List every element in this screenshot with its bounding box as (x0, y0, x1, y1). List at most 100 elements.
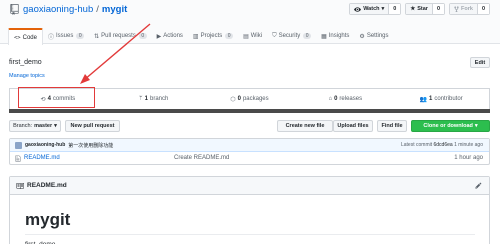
book-icon: ▤ (243, 33, 249, 40)
packages-link[interactable]: ⬡ 0 packages (202, 89, 298, 109)
branches-link[interactable]: ᛘ 1 branch (106, 89, 202, 109)
branch-select-label: Branch: (13, 123, 33, 129)
latest-commit-label: Latest commit (400, 142, 433, 148)
pencil-icon[interactable] (475, 182, 482, 189)
tab-insights-label: Insights (328, 33, 350, 39)
watch-count[interactable]: 0 (389, 4, 401, 14)
commits-link[interactable]: ⟲ 4 commits (10, 89, 106, 109)
branches-label: branch (149, 96, 169, 102)
star-count[interactable]: 0 (432, 4, 445, 14)
tag-icon: ⌂ (328, 96, 333, 102)
project-icon: ▥ (192, 33, 199, 40)
tab-projects-label: Projects (200, 33, 223, 39)
readme-divider (25, 234, 475, 235)
table-row[interactable]: README.md Create README.md 1 hour ago (10, 152, 489, 164)
tab-pull-requests-label: Pull requests (101, 33, 136, 39)
repo-name-link[interactable]: mygit (102, 4, 127, 15)
repo-owner-link[interactable]: gaoxiaoning-hub (23, 4, 93, 15)
file-navigation: Branch: master ▾ New pull request Create… (9, 120, 490, 132)
people-icon: 👥 (419, 96, 427, 103)
tab-security-badge: 0 (303, 33, 312, 39)
tab-issues-label: Issues (55, 33, 74, 39)
chevron-down-icon: ▾ (54, 123, 57, 129)
repo-actions: Watch ▾ 0 ★ Star 0 Fork 0 (349, 3, 490, 15)
releases-link[interactable]: ⌂ 0 releases (297, 89, 393, 109)
create-new-file-button[interactable]: Create new file (277, 120, 333, 132)
star-icon: ★ (410, 6, 416, 12)
tab-projects[interactable]: ▥ Projects 0 (188, 28, 238, 44)
tab-actions-label: Actions (163, 33, 183, 39)
tab-issues[interactable]: ⓘ Issues 0 (43, 28, 89, 44)
readme-heading: mygit (25, 210, 71, 229)
book-icon (16, 183, 24, 189)
fork-label: Fork (461, 6, 473, 12)
readme-box: README.md mygit first_demo (9, 176, 490, 244)
packages-count: 0 (237, 96, 241, 102)
readme-header: README.md (10, 177, 489, 195)
shield-icon: ⛉ (272, 32, 277, 39)
repo-description: first_demo (9, 59, 42, 66)
tab-projects-badge: 0 (225, 33, 234, 39)
clone-label: Clone or download (423, 123, 473, 129)
repo-separator: / (96, 4, 99, 15)
tab-settings[interactable]: ⚙ Settings (354, 28, 393, 44)
clone-or-download-button[interactable]: Clone or download ▾ (411, 120, 490, 132)
play-icon: ▶ (156, 33, 162, 40)
numbers-summary: ⟲ 4 commits ᛘ 1 branch ⬡ 0 packages ⌂ 0 … (9, 88, 490, 109)
tab-code-label: Code (22, 34, 37, 41)
tab-pull-requests-badge: 0 (138, 33, 147, 39)
language-bar[interactable] (9, 109, 490, 113)
latest-commit-info: Latest commit 6dcd6ea 1 minute ago (401, 142, 483, 148)
file-name-link[interactable]: README.md (24, 155, 60, 161)
watch-button[interactable]: Watch ▾ 0 (349, 3, 402, 15)
eye-icon (354, 6, 362, 12)
commit-age: 1 minute ago (454, 142, 483, 148)
file-icon (15, 154, 21, 162)
packages-label: packages (242, 96, 269, 102)
tab-settings-label: Settings (366, 33, 389, 39)
issue-icon: ⓘ (47, 34, 54, 41)
pull-request-icon: ⇅ (94, 33, 100, 40)
contributors-count: 1 (428, 96, 433, 102)
tab-wiki[interactable]: ▤ Wiki (238, 28, 267, 44)
upload-files-button[interactable]: Upload files (333, 120, 373, 132)
tab-issues-badge: 0 (76, 33, 85, 39)
file-listing: gaoxiaoning-hub 第一次使用删除功能 Latest commit … (9, 138, 490, 165)
chevron-down-icon: ▾ (474, 123, 478, 129)
tab-code[interactable]: <> Code (8, 28, 43, 45)
edit-description-button[interactable]: Edit (470, 57, 490, 68)
star-label: Star (417, 6, 428, 12)
new-pull-request-button[interactable]: New pull request (65, 120, 120, 132)
tab-security[interactable]: ⛉ Security 0 (267, 28, 316, 44)
gear-icon: ⚙ (359, 33, 365, 40)
commit-sha-link[interactable]: 6dcd6ea (434, 142, 453, 148)
star-button[interactable]: ★ Star 0 (405, 3, 446, 15)
repo-icon (10, 4, 19, 15)
commit-author-link[interactable]: gaoxiaoning-hub (25, 142, 65, 148)
readme-filename: README.md (27, 182, 67, 189)
tab-insights[interactable]: ▦ Insights (316, 28, 354, 44)
repo-title: gaoxiaoning-hub / mygit (10, 4, 127, 15)
graph-icon: ▦ (321, 33, 327, 40)
fork-button[interactable]: Fork 0 (449, 3, 490, 15)
find-file-button[interactable]: Find file (377, 120, 407, 132)
chevron-down-icon: ▾ (381, 6, 385, 12)
code-icon: <> (14, 34, 21, 41)
file-commit-message-link[interactable]: Create README.md (174, 155, 229, 161)
contributors-label: contributor (434, 96, 463, 102)
releases-count: 0 (334, 96, 338, 102)
tab-pull-requests[interactable]: ⇅ Pull requests 0 (89, 28, 152, 44)
fork-count[interactable]: 0 (477, 4, 489, 14)
package-icon: ⬡ (230, 96, 236, 103)
fork-icon (454, 6, 459, 12)
contributors-link[interactable]: 👥 1 contributor (393, 89, 489, 109)
watch-label: Watch (363, 6, 380, 12)
commit-message-link[interactable]: 第一次使用删除功能 (68, 142, 113, 149)
tab-actions[interactable]: ▶ Actions (152, 28, 188, 44)
branch-select-button[interactable]: Branch: master ▾ (9, 120, 61, 132)
avatar[interactable] (15, 141, 22, 149)
manage-topics-link[interactable]: Manage topics (9, 73, 45, 79)
repo-header: gaoxiaoning-hub / mygit Watch ▾ 0 ★ Star… (0, 0, 500, 45)
tab-security-label: Security (278, 33, 301, 39)
file-age: 1 hour ago (454, 155, 483, 161)
